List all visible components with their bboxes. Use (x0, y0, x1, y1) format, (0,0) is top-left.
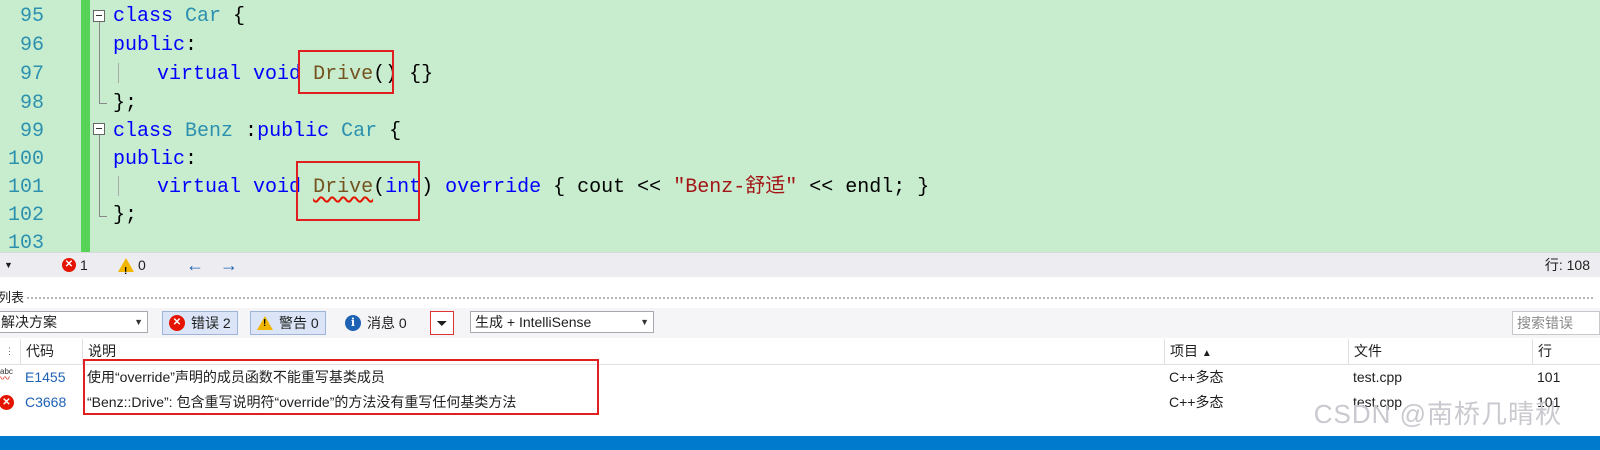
errors-filter-button[interactable]: ✕ 错误 2 (162, 311, 238, 335)
info-icon: i (345, 315, 361, 331)
error-file: test.cpp (1353, 369, 1403, 385)
column-header-project[interactable]: 项目 ▲ (1164, 339, 1348, 364)
warning-icon (118, 258, 134, 284)
indent-guide (118, 63, 119, 83)
code-editor[interactable]: 95 96 97 98 99 100 101 102 103 class Car… (0, 0, 1600, 252)
messages-filter-button[interactable]: i 消息 0 (338, 311, 414, 335)
code-line-98: 98 (0, 89, 1600, 118)
error-icon: ✕ (62, 258, 76, 272)
error-icon: ✕ (169, 315, 185, 331)
collapse-icon[interactable] (93, 123, 105, 135)
code-line-102: 102 (0, 201, 1600, 230)
chevron-down-icon: ▼ (134, 317, 143, 327)
code-punct: { (221, 5, 246, 28)
arrow-left-icon[interactable]: ← (186, 253, 204, 277)
panel-title-bar: 列表 (0, 286, 1600, 308)
highlight-box (296, 161, 420, 221)
sort-icon[interactable]: ⋮ (0, 339, 20, 364)
code-line-103: 103 (0, 229, 1600, 252)
keyword: class (113, 120, 174, 143)
chevron-down-icon: ▼ (640, 317, 649, 327)
keyword: virtual (157, 63, 242, 86)
ide-status-bar (0, 436, 1600, 450)
code-body: { cout << (541, 176, 674, 199)
scope-guide (99, 22, 100, 103)
error-list-toolbar: 解决方案▼ ✕错误 2 警告 0 i消息 0 ⏷ 生成 + IntelliSen… (0, 308, 1600, 338)
code-text: class Car { (113, 2, 245, 31)
line-number: 102 (7, 204, 44, 227)
build-source-dropdown[interactable]: 生成 + IntelliSense ▼ (470, 311, 654, 333)
code-line-96: 96 (0, 31, 1600, 60)
line-number: 96 (19, 34, 44, 57)
keyword: class (113, 5, 174, 28)
warnings-filter-button[interactable]: 警告 0 (250, 311, 326, 335)
line-number: 100 (7, 148, 44, 171)
error-project: C++多态 (1169, 369, 1224, 385)
intellisense-error-icon: abc 〰 (0, 367, 13, 385)
error-project: C++多态 (1169, 394, 1224, 410)
highlight-box (298, 50, 394, 94)
scope-guide (99, 135, 100, 216)
indent-guide (118, 176, 119, 196)
keyword: void (253, 176, 302, 199)
line-number: 97 (19, 63, 44, 86)
code-punct: : (185, 148, 198, 171)
chevron-down-icon[interactable]: ▼ (4, 253, 13, 277)
warning-count[interactable]: 0 (118, 253, 146, 284)
search-errors-input[interactable]: 搜索错误 (1512, 311, 1600, 335)
class-name: Car (185, 5, 222, 28)
line-number: 99 (19, 120, 44, 143)
code-text: public: (113, 31, 197, 60)
column-header-file[interactable]: 文件 (1348, 339, 1532, 364)
highlight-box (83, 359, 599, 415)
keyword: override (445, 176, 542, 199)
column-header-line[interactable]: 行 (1532, 339, 1600, 364)
code-punct: ) (421, 176, 434, 199)
line-number: 101 (7, 176, 44, 199)
panel-title: 列表 (0, 290, 25, 305)
sort-ascending-icon: ▲ (1201, 348, 1212, 359)
line-indicator: 行: 108 (1544, 257, 1590, 273)
error-line: 101 (1537, 369, 1561, 385)
keyword: public (113, 34, 186, 57)
scope-guide (99, 216, 107, 217)
filter-icon[interactable]: ⏷ (430, 311, 454, 335)
scope-guide (99, 103, 107, 104)
code-line-100: 100 (0, 145, 1600, 174)
editor-status-bar: ▼ ✕1 0 ← → 行: 108 (0, 252, 1600, 284)
code-text: }; (113, 92, 138, 115)
code-text: class Benz :public Car { (113, 117, 401, 146)
line-number: 103 (7, 232, 44, 252)
keyword: public (113, 148, 186, 171)
watermark: CSDN @南桥几晴秋 (1313, 399, 1562, 429)
error-code[interactable]: E1455 (25, 365, 65, 390)
collapse-icon[interactable] (93, 10, 105, 22)
error-icon: ✕ (0, 395, 14, 410)
column-header-code[interactable]: 代码 (20, 339, 82, 364)
panel-grip[interactable] (26, 296, 1594, 300)
code-punct: { (377, 120, 402, 143)
class-name: Car (341, 120, 378, 143)
error-code[interactable]: C3668 (25, 390, 66, 415)
keyword: virtual (157, 176, 242, 199)
code-punct: : (185, 34, 198, 57)
error-count[interactable]: ✕ 1 (62, 253, 88, 277)
string-literal: "Benz-舒适" (673, 176, 798, 199)
arrow-right-icon[interactable]: → (220, 253, 238, 277)
code-text: }; (113, 204, 138, 227)
line-number: 98 (19, 92, 44, 115)
class-name: Benz (185, 120, 234, 143)
code-text: public: (113, 145, 197, 174)
code-punct: : (233, 120, 258, 143)
code-body: << endl; } (797, 176, 930, 199)
scope-dropdown[interactable]: 解决方案 ▼ (0, 311, 148, 333)
keyword: public (257, 120, 330, 143)
code-text: virtual void Drive(int) override { cout … (157, 173, 929, 202)
keyword: void (253, 63, 302, 86)
line-number: 95 (19, 5, 44, 28)
warning-icon (257, 316, 273, 330)
